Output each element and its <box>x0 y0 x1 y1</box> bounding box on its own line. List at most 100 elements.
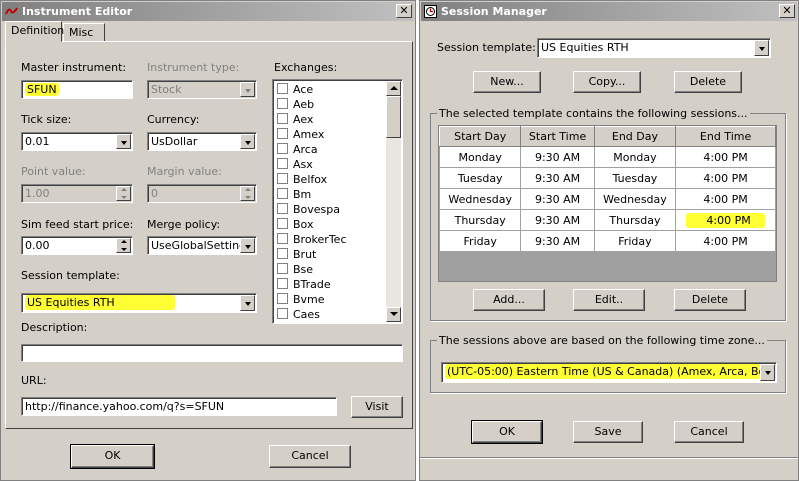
chevron-down-icon[interactable] <box>754 40 769 56</box>
exchange-item[interactable]: Box <box>277 218 313 233</box>
exchange-item[interactable]: Aex <box>277 113 313 128</box>
delete-template-button[interactable]: Delete <box>674 71 742 93</box>
checkbox[interactable] <box>277 173 288 184</box>
scroll-down-icon[interactable] <box>386 307 401 322</box>
edit-session-button[interactable]: Edit.. <box>573 289 645 311</box>
currency-select[interactable]: UsDollar <box>147 132 257 151</box>
table-cell[interactable]: 9:30 AM <box>520 146 595 168</box>
exchanges-scrollbar[interactable] <box>386 81 401 322</box>
timezone-select[interactable]: (UTC-05:00) Eastern Time (US & Canada) (… <box>441 362 777 383</box>
chevron-down-icon[interactable] <box>760 364 775 381</box>
table-cell[interactable]: Friday <box>438 230 522 252</box>
checkbox[interactable] <box>277 83 288 94</box>
table-cell[interactable]: 9:30 AM <box>520 188 595 210</box>
exchange-item[interactable]: Arca <box>277 143 318 158</box>
checkbox[interactable] <box>277 203 288 214</box>
column-header[interactable]: Start Time <box>520 126 595 147</box>
checkbox[interactable] <box>277 308 288 319</box>
exchange-item[interactable]: Belfox <box>277 173 327 188</box>
checkbox[interactable] <box>277 263 288 274</box>
table-row[interactable]: Tuesday 9:30 AM Tuesday 4:00 PM <box>438 167 776 189</box>
cancel-button[interactable]: Cancel <box>674 421 744 443</box>
sim-feed-stepper[interactable]: 0.00 <box>21 236 133 255</box>
table-row[interactable]: Thursday 9:30 AM Thursday 4:00 PM <box>438 209 776 231</box>
checkbox[interactable] <box>277 98 288 109</box>
tab-definition[interactable]: Definition <box>5 21 64 42</box>
checkbox[interactable] <box>277 143 288 154</box>
column-header[interactable]: Start Day <box>438 126 522 147</box>
tick-size-select[interactable]: 0.01 <box>21 132 133 151</box>
cancel-button[interactable]: Cancel <box>269 445 351 468</box>
sessions-grid[interactable]: Start Day Start Time End Day End Time Mo… <box>438 125 777 282</box>
table-row[interactable]: Wednesday 9:30 AM Wednesday 4:00 PM <box>438 188 776 210</box>
instrument-editor-titlebar[interactable]: Instrument Editor ✕ <box>2 2 414 21</box>
exchange-item[interactable]: Amex <box>277 128 324 143</box>
checkbox[interactable] <box>277 113 288 124</box>
tab-misc[interactable]: Misc <box>63 23 105 42</box>
checkbox[interactable] <box>277 293 288 304</box>
exchange-item[interactable]: Bse <box>277 263 313 278</box>
exchange-item[interactable]: BTrade <box>277 278 331 293</box>
checkbox[interactable] <box>277 248 288 259</box>
checkbox[interactable] <box>277 233 288 244</box>
exchange-item[interactable]: Bm <box>277 188 311 203</box>
table-cell[interactable]: 4:00 PM <box>675 167 776 189</box>
description-input[interactable] <box>21 344 403 362</box>
exchange-item[interactable]: Brut <box>277 248 316 263</box>
table-cell[interactable]: 4:00 PM <box>675 209 776 231</box>
column-header[interactable]: End Time <box>675 126 776 147</box>
merge-policy-select[interactable]: UseGlobalSettings <box>147 236 257 255</box>
exchanges-list[interactable]: Ace Aeb Aex Amex Arca Asx Belfox Bm Bovespa Box Br… <box>272 79 403 324</box>
table-cell[interactable]: 4:00 PM <box>675 146 776 168</box>
chevron-down-icon[interactable] <box>116 134 131 149</box>
exchange-item[interactable]: Bvme <box>277 293 325 308</box>
spinner-icon[interactable] <box>116 238 131 253</box>
exchange-item[interactable]: Aeb <box>277 98 314 113</box>
session-template-select[interactable]: US Equities RTH <box>21 293 257 313</box>
table-cell[interactable]: Monday <box>593 146 677 168</box>
exchange-item[interactable]: Asx <box>277 158 313 173</box>
delete-session-button[interactable]: Delete <box>674 289 746 311</box>
close-icon[interactable]: ✕ <box>396 4 412 18</box>
checkbox[interactable] <box>277 188 288 199</box>
new-button[interactable]: New... <box>473 71 541 93</box>
session-manager-titlebar[interactable]: Session Manager ✕ <box>421 2 797 21</box>
chevron-down-icon[interactable] <box>240 134 255 149</box>
scroll-thumb[interactable] <box>386 96 401 138</box>
exchange-item[interactable]: Caes <box>277 308 320 323</box>
checkbox[interactable] <box>277 218 288 229</box>
column-header[interactable]: End Day <box>593 126 677 147</box>
checkbox[interactable] <box>277 158 288 169</box>
ok-button[interactable]: OK <box>70 444 155 469</box>
scroll-up-icon[interactable] <box>386 81 401 96</box>
master-instrument-input[interactable]: SFUN <box>21 80 133 99</box>
exchange-item[interactable]: Ace <box>277 83 313 98</box>
chevron-down-icon[interactable] <box>240 295 255 311</box>
table-cell[interactable]: Monday <box>438 146 522 168</box>
table-cell[interactable]: Wednesday <box>438 188 522 210</box>
table-cell[interactable]: 9:30 AM <box>520 230 595 252</box>
checkbox[interactable] <box>277 278 288 289</box>
add-session-button[interactable]: Add... <box>473 289 545 311</box>
exchange-item[interactable]: Bovespa <box>277 203 340 218</box>
url-input[interactable]: http://finance.yahoo.com/q?s=SFUN <box>21 397 337 416</box>
table-cell[interactable]: Tuesday <box>593 167 677 189</box>
session-template-select[interactable]: US Equities RTH <box>537 38 771 58</box>
table-row[interactable]: Friday 9:30 AM Friday 4:00 PM <box>438 230 776 252</box>
save-button[interactable]: Save <box>573 421 643 443</box>
table-cell[interactable]: Friday <box>593 230 677 252</box>
table-cell[interactable]: 9:30 AM <box>520 167 595 189</box>
table-cell[interactable]: Thursday <box>438 209 522 231</box>
table-cell[interactable]: Thursday <box>593 209 677 231</box>
checkbox[interactable] <box>277 128 288 139</box>
copy-button[interactable]: Copy... <box>573 71 641 93</box>
exchange-item[interactable]: BrokerTec <box>277 233 347 248</box>
close-icon[interactable]: ✕ <box>779 4 795 18</box>
table-cell[interactable]: 9:30 AM <box>520 209 595 231</box>
table-cell[interactable]: Wednesday <box>593 188 677 210</box>
ok-button[interactable]: OK <box>471 420 543 444</box>
table-row[interactable]: Monday 9:30 AM Monday 4:00 PM <box>438 146 776 168</box>
visit-button[interactable]: Visit <box>351 396 403 418</box>
table-cell[interactable]: 4:00 PM <box>675 230 776 252</box>
chevron-down-icon[interactable] <box>240 238 255 253</box>
